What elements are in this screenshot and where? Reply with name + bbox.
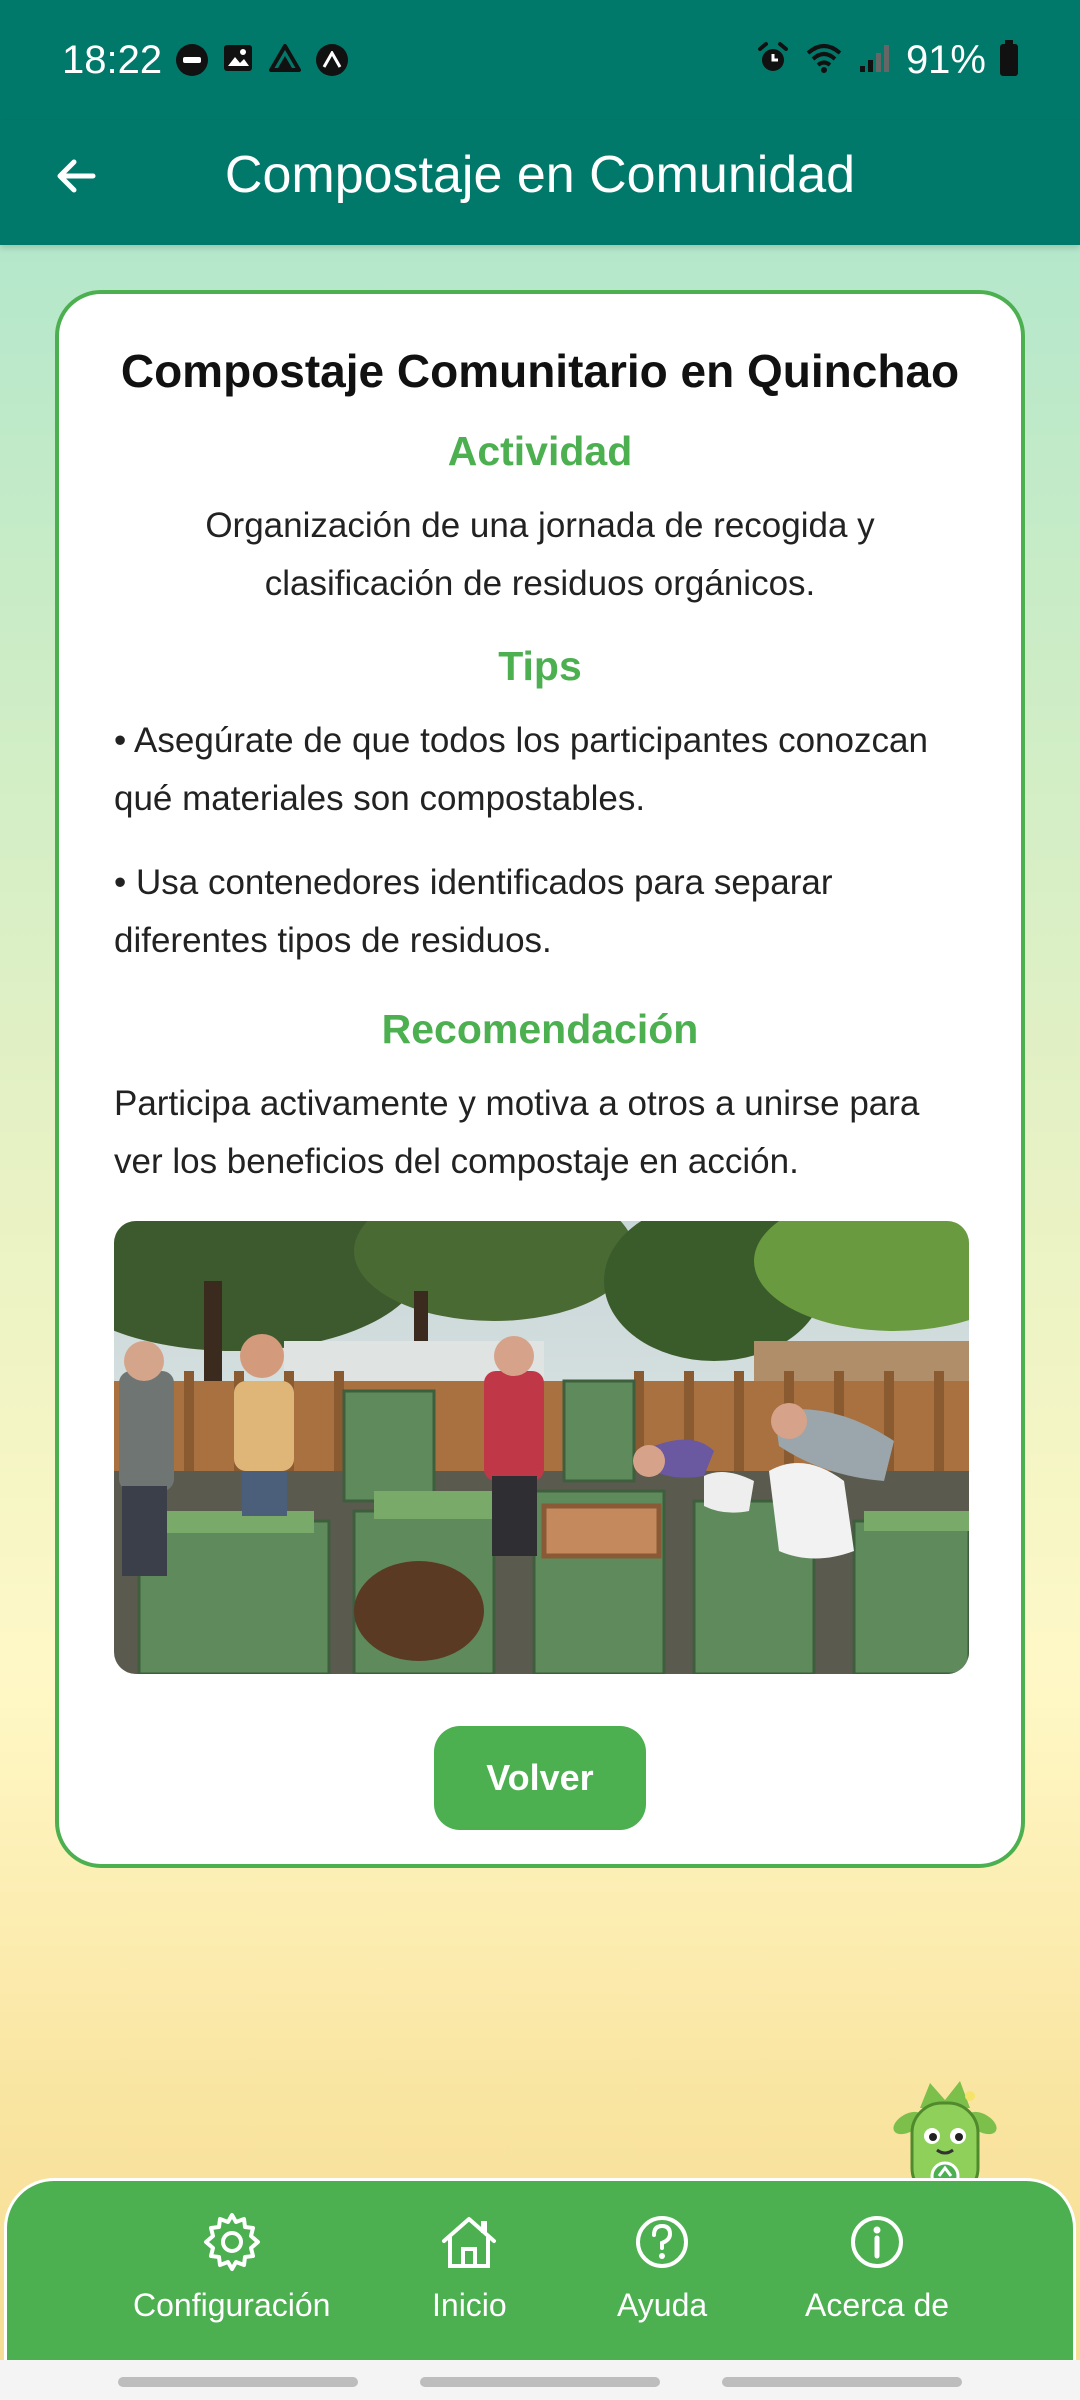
image-icon (222, 42, 254, 79)
recommendation-heading: Recomendación (381, 1006, 699, 1052)
status-right: 91% (756, 38, 1018, 83)
gesture-pill[interactable] (118, 2377, 358, 2387)
battery-icon (1000, 40, 1018, 76)
volver-button[interactable]: Volver (434, 1726, 646, 1830)
status-time: 18:22 (62, 37, 163, 82)
alarm-icon (756, 41, 790, 80)
card-title: Compostaje Comunitario en Quinchao (120, 345, 960, 397)
home-icon (442, 2217, 497, 2268)
gesture-pill[interactable] (722, 2377, 962, 2387)
drive-icon (268, 42, 302, 79)
nav-item-acerca-de[interactable]: Acerca de (805, 2211, 949, 2324)
app-notification-icon (316, 44, 349, 76)
tip-item: • Asegúrate de que todos los participant… (114, 721, 928, 818)
bottom-navigation: Configuración Inicio Ayuda Acerca de (4, 2178, 1076, 2360)
nav-item-inicio[interactable]: Inicio (432, 2211, 507, 2324)
activity-text: Organización de una jornada de recogida … (205, 506, 875, 603)
gesture-pill[interactable] (420, 2377, 660, 2387)
status-bar: 18:22 91% (0, 0, 1080, 120)
nav-label: Ayuda (617, 2287, 708, 2323)
gear-icon (203, 2213, 260, 2271)
do-not-disturb-icon (176, 44, 209, 76)
app-bar: Compostaje en Comunidad (0, 120, 1080, 245)
page-title: Compostaje en Comunidad (224, 146, 856, 204)
system-gesture-bar (0, 2360, 1080, 2400)
activity-card: Compostaje Comunitario en Quinchao Activ… (55, 290, 1025, 1868)
tip-item: • Usa contenedores identificados para se… (114, 863, 833, 960)
wifi-icon (804, 41, 844, 80)
nav-item-configuracion[interactable]: Configuración (133, 2211, 330, 2324)
signal-icon (858, 42, 892, 79)
activity-heading: Actividad (447, 428, 633, 474)
composting-photo (114, 1221, 969, 1674)
nav-label: Configuración (133, 2287, 331, 2323)
nav-item-ayuda[interactable]: Ayuda (617, 2211, 707, 2324)
nav-label: Acerca de (805, 2287, 950, 2323)
info-icon (851, 2216, 904, 2268)
status-left: 18:22 (62, 37, 349, 83)
help-icon (636, 2216, 689, 2268)
battery-percentage: 91% (905, 37, 986, 82)
nav-label: Inicio (432, 2287, 507, 2323)
tips-heading: Tips (498, 643, 582, 689)
recommendation-text: Participa activamente y motiva a otros a… (114, 1084, 920, 1181)
back-button-wrap: Volver (114, 1726, 966, 1830)
